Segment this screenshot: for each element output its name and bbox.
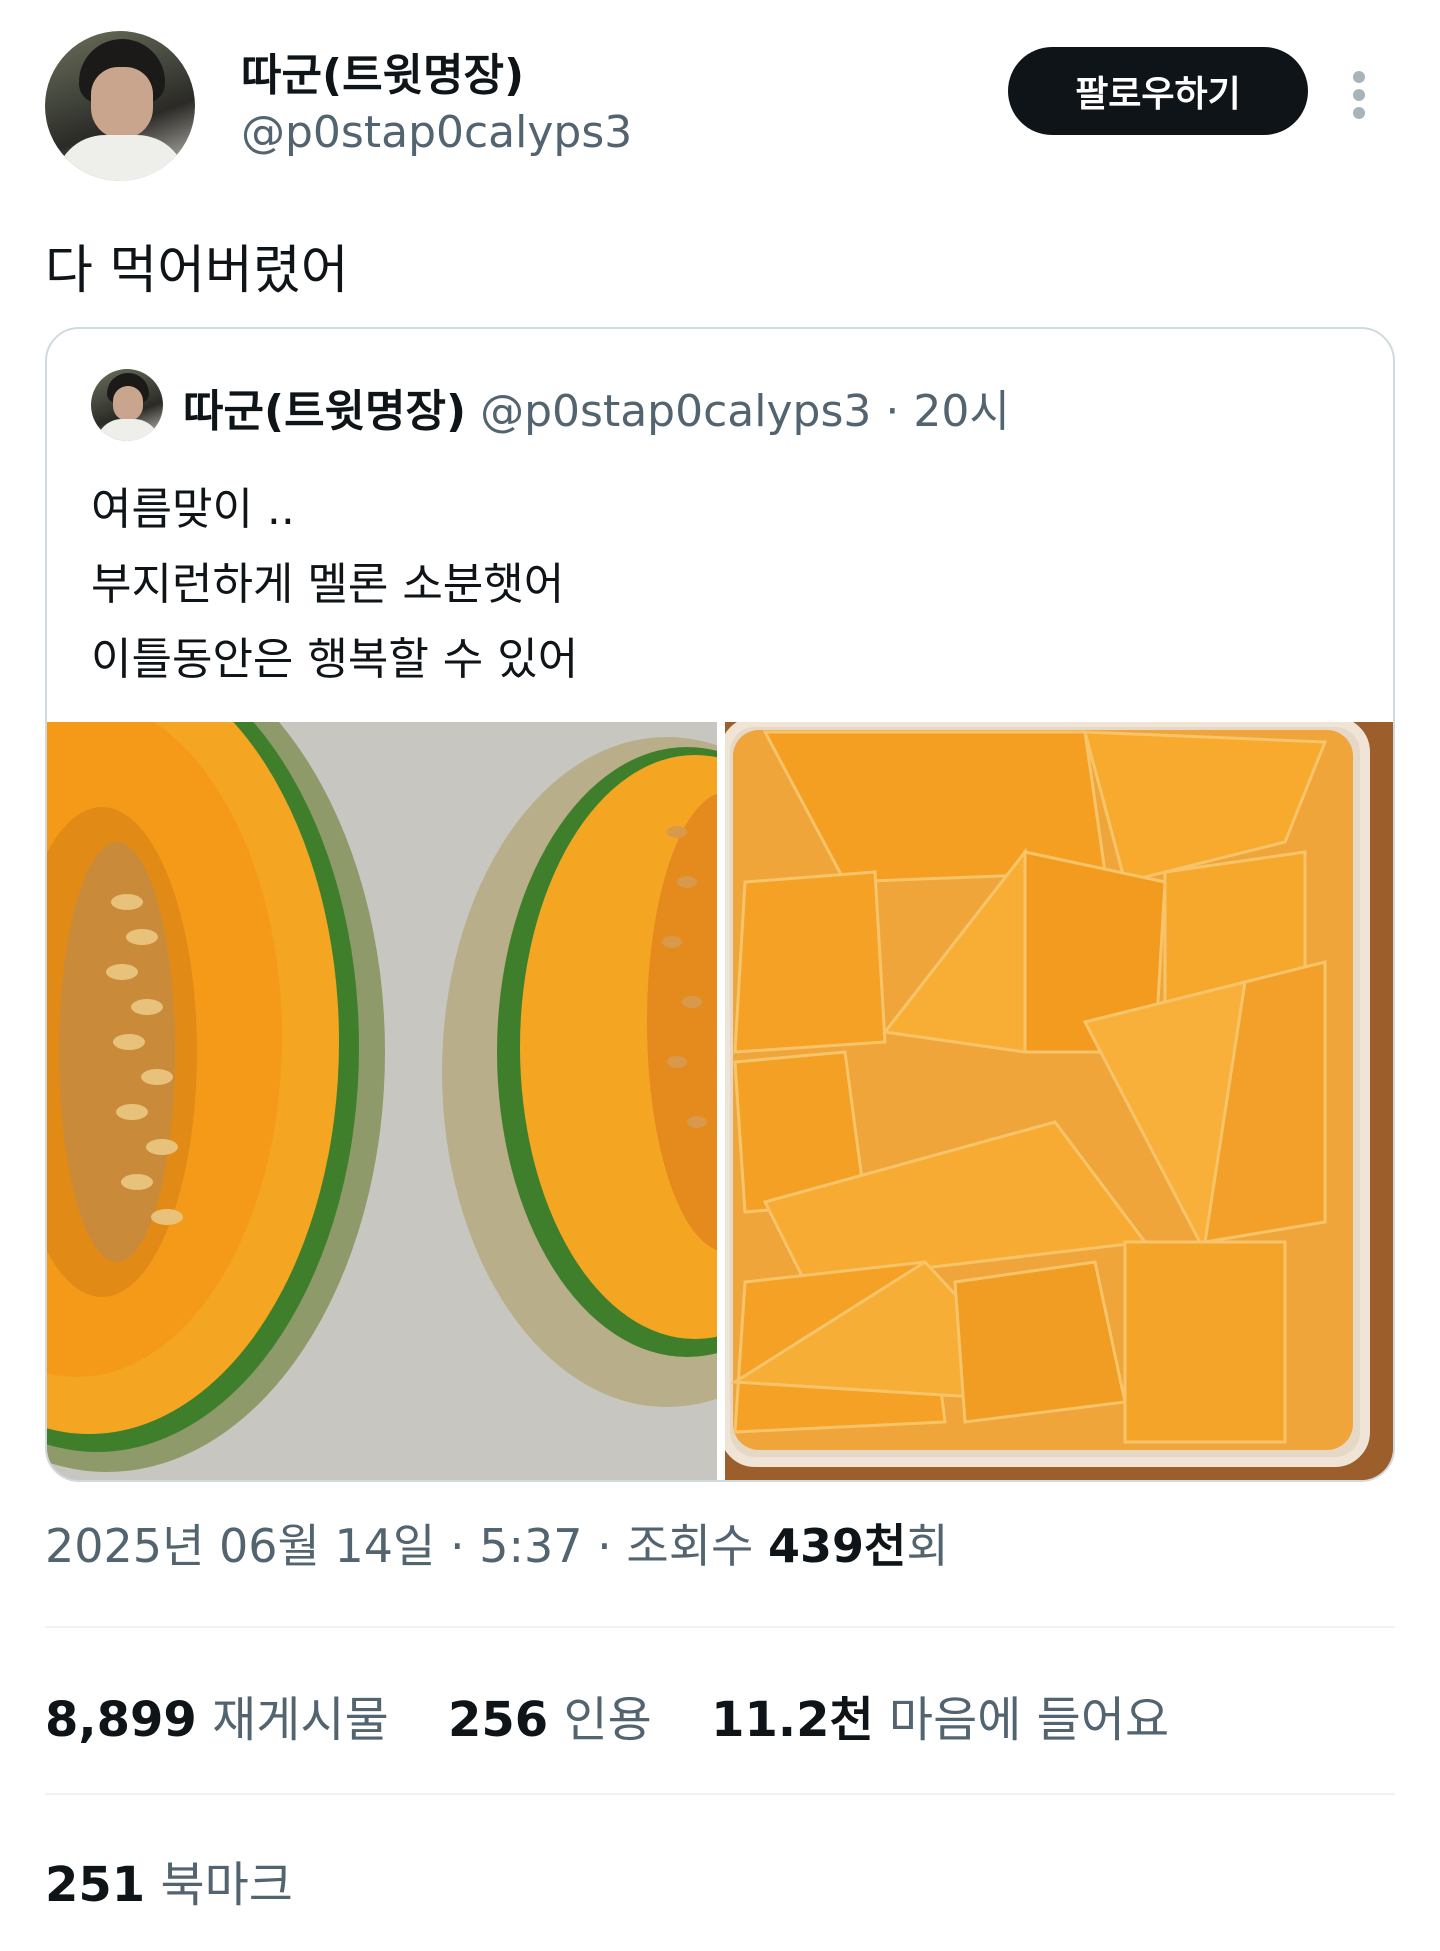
tweet-metadata: 2025년 06월 14일 · 5:37 · 조회수 439천회 — [45, 1510, 949, 1576]
quoted-text-line: 부지런하게 멜론 소분햇어 — [91, 559, 565, 610]
tweet-meta-separator: · — [435, 1519, 480, 1573]
tweet-time[interactable]: 5:37 — [479, 1519, 582, 1573]
tweet-detail-page: 따군(트윗명장) @p0stap0calyps3 팔로우하기 다 먹어버렸어 따… — [0, 0, 1440, 1951]
quoted-time-separator: · — [871, 386, 914, 437]
engagement-stats: 8,899 재게시물 256 인용 11.2천 마음에 들어요 — [45, 1680, 1169, 1750]
quoted-handle: @p0stap0calyps3 — [480, 386, 872, 437]
quoted-text-line: 이틀동안은 행복할 수 있어 — [91, 634, 579, 685]
quoted-avatar-shirt — [96, 419, 160, 441]
quoted-display-name: 따군(트윗명장) — [183, 386, 467, 437]
reposts-stat[interactable]: 8,899 재게시물 — [45, 1692, 389, 1748]
views-label: 조회수 — [626, 1519, 768, 1573]
quoted-text-line: 여름맞이 .. — [91, 484, 295, 535]
avatar[interactable] — [45, 31, 195, 181]
quoted-tweet-card[interactable]: 따군(트윗명장) @p0stap0calyps3 · 20시 여름맞이 .. 부지… — [45, 327, 1395, 1482]
quoted-text: 여름맞이 .. 부지런하게 멜론 소분햇어 이틀동안은 행복할 수 있어 — [91, 472, 578, 697]
tweet-text: 다 먹어버렸어 — [45, 241, 349, 301]
reposts-count: 8,899 — [45, 1692, 197, 1748]
views-suffix: 회 — [906, 1519, 949, 1573]
tweet-meta-separator: · — [582, 1519, 627, 1573]
author-handle[interactable]: @p0stap0calyps3 — [241, 107, 632, 158]
tweet-header: 따군(트윗명장) @p0stap0calyps3 팔로우하기 — [45, 31, 1395, 181]
likes-stat[interactable]: 11.2천 마음에 들어요 — [711, 1692, 1169, 1748]
quoted-meta: 따군(트윗명장) @p0stap0calyps3 · 20시 — [183, 375, 1010, 439]
likes-count: 11.2천 — [711, 1692, 874, 1748]
quoted-avatar — [91, 369, 163, 441]
bookmarks-count: 251 — [45, 1857, 146, 1913]
divider — [45, 1626, 1395, 1628]
author-display-name[interactable]: 따군(트윗명장) — [241, 39, 524, 103]
reposts-label: 재게시물 — [212, 1692, 389, 1748]
follow-button[interactable]: 팔로우하기 — [1008, 47, 1308, 135]
melon-halves-photo[interactable] — [47, 722, 717, 1480]
quotes-count: 256 — [448, 1692, 549, 1748]
avatar-face — [91, 67, 153, 139]
melon-pieces-photo[interactable] — [725, 722, 1393, 1480]
views-count: 439천 — [768, 1519, 907, 1573]
avatar-shirt — [55, 135, 187, 181]
melon-pieces-image — [725, 722, 1393, 1480]
quoted-avatar-face — [113, 386, 143, 421]
melon-halves-image — [47, 722, 717, 1480]
more-vertical-icon[interactable] — [1351, 69, 1367, 121]
quotes-stat[interactable]: 256 인용 — [448, 1692, 652, 1748]
quoted-time: 20시 — [913, 386, 1010, 437]
likes-label: 마음에 들어요 — [888, 1692, 1170, 1748]
quotes-label: 인용 — [563, 1692, 652, 1748]
bookmarks-stat[interactable]: 251 북마크 — [45, 1845, 293, 1915]
bookmarks-label: 북마크 — [160, 1857, 293, 1913]
divider — [45, 1793, 1395, 1795]
tweet-date[interactable]: 2025년 06월 14일 — [45, 1519, 435, 1573]
quoted-photos — [47, 722, 1393, 1480]
